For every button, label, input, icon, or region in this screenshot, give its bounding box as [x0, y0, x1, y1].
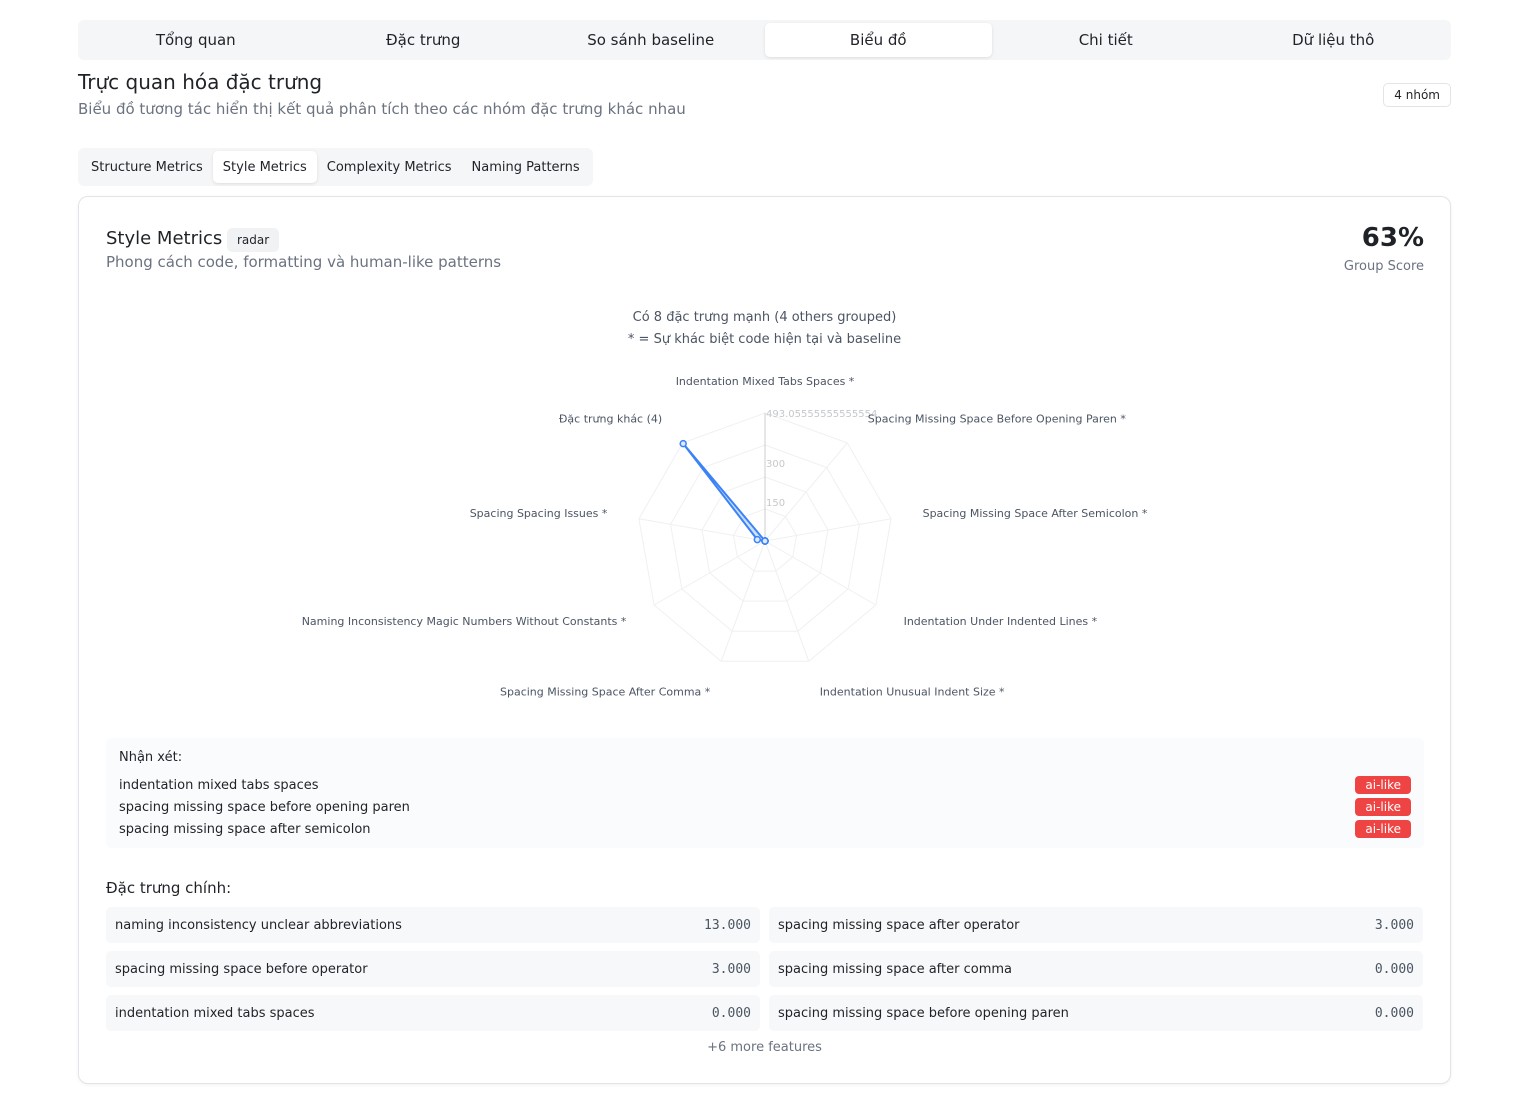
radar-spoke	[653, 540, 766, 606]
remark-item: indentation mixed tabs spaces ai-like	[119, 775, 1411, 795]
remark-text: spacing missing space after semicolon	[119, 821, 371, 837]
group-card: Style Metrics radar Phong cách code, for…	[78, 196, 1451, 1084]
tab-structure-metrics[interactable]: Structure Metrics	[81, 151, 213, 183]
feature-item: spacing missing space before operator 3.…	[106, 951, 760, 987]
radar-category-label: Naming Inconsistency Magic Numbers Witho…	[302, 615, 627, 628]
ai-like-badge: ai-like	[1355, 820, 1411, 838]
page-title: Trực quan hóa đặc trưng	[78, 70, 323, 94]
radar-tick-label: 150	[766, 498, 785, 509]
feature-value: 0.000	[1374, 961, 1414, 977]
radar-category-label: Spacing Missing Space After Comma *	[500, 685, 711, 698]
radar-spoke	[764, 442, 848, 542]
radar-category-label: Indentation Under Indented Lines *	[904, 615, 1098, 628]
remarks-panel: Nhận xét: indentation mixed tabs spaces …	[106, 738, 1424, 848]
feature-item: spacing missing space after operator 3.0…	[769, 907, 1423, 943]
feature-value: 3.000	[711, 961, 751, 977]
tab-overview[interactable]: Tổng quan	[82, 23, 310, 57]
radar-chart[interactable]: 150 300 493.05555555555554 Indentation Mixe…	[79, 197, 1450, 737]
feature-item: spacing missing space before opening par…	[769, 995, 1423, 1031]
tab-baseline-comparison[interactable]: So sánh baseline	[537, 23, 765, 57]
key-features-title: Đặc trưng chính:	[106, 879, 232, 897]
ai-like-badge: ai-like	[1355, 776, 1411, 794]
radar-data-point	[761, 537, 769, 545]
more-features-link[interactable]: +6 more features	[79, 1040, 1450, 1055]
feature-name: spacing missing space before opening par…	[778, 1005, 1069, 1021]
ai-like-badge: ai-like	[1355, 798, 1411, 816]
tab-details[interactable]: Chi tiết	[992, 23, 1220, 57]
tab-raw-data[interactable]: Dữ liệu thô	[1220, 23, 1448, 57]
feature-value: 0.000	[711, 1005, 751, 1021]
radar-tick-label: 493.05555555555554	[766, 409, 877, 420]
radar-series-area	[682, 442, 766, 542]
radar-spoke	[764, 540, 877, 606]
feature-value: 0.000	[1374, 1005, 1414, 1021]
radar-tick-label: 300	[766, 459, 785, 470]
tab-features[interactable]: Đặc trưng	[310, 23, 538, 57]
tab-complexity-metrics[interactable]: Complexity Metrics	[317, 151, 462, 183]
feature-item: indentation mixed tabs spaces 0.000	[106, 995, 760, 1031]
radar-category-label: Indentation Unusual Indent Size *	[820, 685, 1005, 698]
tab-charts[interactable]: Biểu đồ	[764, 23, 992, 57]
page-subtitle: Biểu đồ tương tác hiển thị kết quả phân …	[78, 100, 686, 118]
radar-category-label: Indentation Mixed Tabs Spaces *	[676, 375, 855, 388]
radar-category-label: Spacing Missing Space Before Opening Par…	[868, 412, 1127, 425]
radar-spoke	[764, 518, 892, 542]
feature-name: indentation mixed tabs spaces	[115, 1005, 315, 1021]
remarks-title: Nhận xét:	[119, 750, 183, 765]
group-tab-bar: Structure Metrics Style Metrics Complexi…	[78, 148, 593, 186]
feature-value: 13.000	[704, 917, 751, 933]
main-tab-bar: Tổng quan Đặc trưng So sánh baseline Biể…	[78, 20, 1451, 60]
group-count-badge: 4 nhóm	[1383, 83, 1451, 107]
tab-style-metrics[interactable]: Style Metrics	[212, 151, 317, 183]
feature-item: naming inconsistency unclear abbreviatio…	[106, 907, 760, 943]
feature-name: naming inconsistency unclear abbreviatio…	[115, 917, 402, 933]
tab-naming-patterns[interactable]: Naming Patterns	[462, 151, 590, 183]
remark-item: spacing missing space before opening par…	[119, 797, 1411, 817]
remark-item: spacing missing space after semicolon ai…	[119, 819, 1411, 839]
radar-data-point	[753, 535, 762, 544]
feature-name: spacing missing space after comma	[778, 961, 1012, 977]
feature-value: 3.000	[1374, 917, 1414, 933]
feature-name: spacing missing space before operator	[115, 961, 368, 977]
feature-item: spacing missing space after comma 0.000	[769, 951, 1423, 987]
remark-text: spacing missing space before opening par…	[119, 799, 410, 815]
radar-category-label: Đặc trưng khác (4)	[559, 412, 662, 425]
feature-name: spacing missing space after operator	[778, 917, 1020, 933]
remark-text: indentation mixed tabs spaces	[119, 777, 319, 793]
radar-data-point	[679, 439, 687, 448]
radar-category-label: Spacing Spacing Issues *	[470, 507, 608, 520]
radar-category-label: Spacing Missing Space After Semicolon *	[923, 507, 1148, 520]
